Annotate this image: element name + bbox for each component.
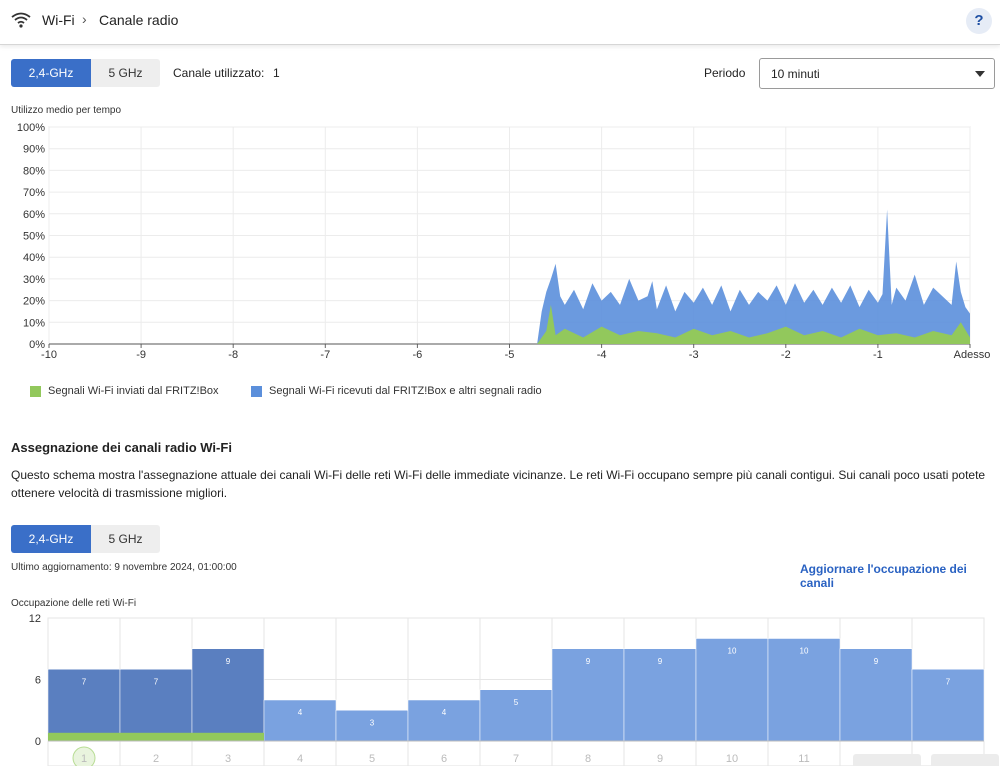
bottom-button-left [853,754,921,766]
own-network-band [48,732,264,741]
usage-y-tick-label: 20% [23,296,45,308]
occupancy-bar [407,699,481,742]
usage-y-tick-label: 50% [23,231,45,243]
usage-x-tick-label: -4 [597,349,607,361]
occupancy-y-tick-label: 12 [29,613,41,625]
band-tabs-bottom: 2,4-GHz 5 GHz [11,525,160,553]
usage-chart-title: Utilizzo medio per tempo [11,105,122,116]
usage-x-tick-label: -6 [413,349,423,361]
chevron-down-icon [975,71,985,77]
occupancy-y-tick-label: 0 [35,736,41,748]
usage-y-tick-label: 80% [23,165,45,177]
occupancy-bar-label: 7 [82,677,87,686]
occupancy-bar-label: 4 [442,708,447,717]
breadcrumb-wifi[interactable]: Wi-Fi [42,12,75,28]
assignment-description: Questo schema mostra l'assegnazione attu… [11,468,986,500]
legend-sent-label: Segnali Wi-Fi inviati dal FRITZ!Box [48,385,219,397]
bottom-button-right [931,754,999,766]
channel-used-value: 1 [273,66,280,80]
occupancy-bar [263,699,337,742]
usage-y-tick-label: 100% [17,122,45,134]
usage-x-tick-label: -8 [228,349,238,361]
usage-x-tick-label: -9 [136,349,146,361]
occupancy-bar-label: 9 [226,657,231,666]
occupancy-x-tick-label: 9 [657,753,663,765]
assignment-section-title: Assegnazione dei canali radio Wi-Fi [11,440,232,455]
period-selected-value: 10 minuti [771,67,820,81]
update-occupancy-link[interactable]: Aggiornare l'occupazione dei canali [800,562,1000,590]
tab-5ghz-top[interactable]: 5 GHz [91,59,160,87]
period-select[interactable]: 10 minuti [759,58,995,89]
usage-y-tick-label: 10% [23,317,45,329]
occupancy-x-tick-label: 8 [585,753,591,765]
occupancy-x-tick-label: 5 [369,753,375,765]
occupancy-chart-title: Occupazione delle reti Wi-Fi [11,598,137,609]
wifi-icon [11,12,31,28]
usage-x-tick-label: -3 [689,349,699,361]
tab-24ghz-bottom[interactable]: 2,4-GHz [11,525,91,553]
occupancy-x-tick-label: 3 [225,753,231,765]
occupancy-bar-label: 9 [874,657,879,666]
usage-y-tick-label: 60% [23,209,45,221]
usage-y-tick-label: 70% [23,187,45,199]
last-update-text: Ultimo aggiornamento: 9 novembre 2024, 0… [11,562,237,573]
occupancy-x-tick-label: 6 [441,753,447,765]
tab-5ghz-bottom[interactable]: 5 GHz [91,525,160,553]
top-bar: Wi-Fi › Canale radio ? [0,0,1000,45]
chevron-right-icon: › [82,11,87,27]
usage-y-tick-label: 30% [23,274,45,286]
occupancy-bar-label: 3 [370,718,375,727]
usage-y-tick-label: 90% [23,144,45,156]
channel-used-label: Canale utilizzato: [173,66,265,80]
occupancy-x-tick-label: 4 [297,753,303,765]
usage-x-tick-label: -5 [505,349,515,361]
occupancy-chart: 12607 7943459 910 10971 2 3 4 5 6 7 8 9 10 11 [29,613,999,766]
occupancy-bar-label: 5 [514,698,519,707]
occupancy-x-tick-label: 11 [798,753,809,765]
occupancy-bar-label: 10 [728,647,737,656]
legend-sent-swatch [30,385,41,397]
occupancy-x-tick-label: 10 [726,753,738,765]
occupancy-x-tick-label: 2 [153,753,159,765]
tab-24ghz-top[interactable]: 2,4-GHz [11,59,91,87]
occupancy-bar-label: 10 [800,647,809,656]
legend-sent: Segnali Wi-Fi inviati dal FRITZ!Box [30,385,219,397]
occupancy-x-tick-label: 7 [513,753,519,765]
band-tabs-top: 2,4-GHz 5 GHz [11,59,160,87]
occupancy-y-tick-label: 6 [35,675,41,687]
occupancy-bar-label: 9 [658,657,663,666]
usage-y-tick-label: 40% [23,252,45,264]
period-label: Periodo [704,66,746,80]
usage-x-tick-label: -10 [41,349,57,361]
usage-x-tick-label: -2 [781,349,791,361]
usage-x-tick-label: -1 [873,349,883,361]
occupancy-bar-label: 7 [946,677,951,686]
occupancy-bar-label: 9 [586,657,591,666]
usage-chart: 0%10%20%30%40%50%60%70%80%90%100%-10 -9 -8… [17,122,991,361]
legend-received-swatch [251,385,262,397]
help-icon[interactable]: ? [966,8,992,34]
occupancy-x-tick-label: 1 [81,753,87,765]
usage-x-tick-label: -7 [320,349,330,361]
usage-x-tick-label: Adesso [954,349,991,361]
occupancy-bar-label: 4 [298,708,303,717]
legend-received-label: Segnali Wi-Fi ricevuti dal FRITZ!Box e a… [269,385,542,397]
occupancy-bar-label: 7 [154,677,159,686]
page-title: Canale radio [99,12,179,28]
legend-received: Segnali Wi-Fi ricevuti dal FRITZ!Box e a… [251,385,542,397]
